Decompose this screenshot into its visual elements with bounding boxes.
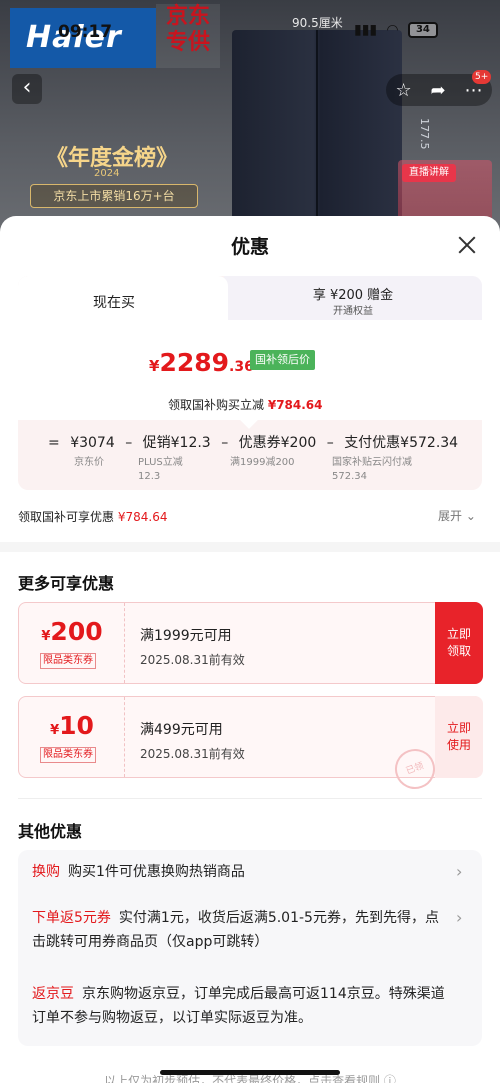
list-item[interactable]: 下单返5元券 实付满1元，收货后返满5.01-5元券，先到先得，点击跳转可用券商品… — [32, 906, 452, 954]
other-discounts-list: 换购 购买1件可优惠换购热销商品 › 下单返5元券 实付满1元，收货后返满5.01-… — [18, 850, 482, 1046]
signal-icon: ▮▮▮ — [354, 22, 378, 38]
close-icon[interactable] — [456, 234, 478, 256]
formula-promotion: 促销¥12.3 — [142, 435, 211, 451]
claim-button[interactable]: 立即 领取 — [435, 602, 483, 684]
formula-equals: = — [48, 435, 60, 451]
gov-discount-text: 领取国补购买立减 ¥784.64 — [168, 396, 323, 413]
back-button[interactable]: ‹ — [12, 74, 42, 104]
status-time: 09:17 — [58, 22, 113, 42]
formula-base-price: ¥3074 — [70, 435, 115, 451]
other-text: 京东购物返京豆，订单完成后最高可返114京豆。特殊渠道订单不参与购物返豆，以订单… — [32, 986, 445, 1026]
price-breakdown: = ¥3074 – 促销¥12.3 – 优惠券¥200 – 支付优惠¥572.3… — [18, 420, 482, 490]
divider — [18, 798, 482, 799]
coupon-condition: 满499元可用 — [140, 722, 223, 738]
formula-payment: 支付优惠¥572.34 — [344, 435, 459, 451]
chevron-down-icon: ⌄ — [465, 509, 476, 523]
gov-subsidy-row: 领取国补可享优惠 ¥784.64 — [18, 508, 167, 525]
tab-plus-title: 享 ¥200 赠金 — [312, 288, 394, 303]
sub-base-price: 京东价 — [74, 457, 104, 468]
width-label: 90.5厘米 — [292, 16, 343, 30]
live-tag[interactable]: 直播讲解 — [402, 164, 456, 182]
tab-buy-now-label: 现在买 — [93, 295, 135, 311]
tab-plus-subtitle: 开通权益 — [333, 306, 373, 317]
coupon-category: 限品类东券 — [40, 653, 96, 669]
coupon-amount: ¥10 — [19, 711, 125, 740]
status-icons: ▮▮▮ ◠ 34 — [354, 22, 438, 38]
price-integer: 2289 — [159, 348, 230, 377]
formula-coupon: 优惠券¥200 — [238, 435, 317, 451]
coupon-expiry: 2025.08.31前有效 — [140, 653, 245, 667]
final-price: ¥2289.36 — [149, 348, 254, 377]
price-currency: ¥ — [149, 357, 160, 375]
coupon-card[interactable]: ¥10 限品类东券 满499元可用 2025.08.31前有效 已领 立即 使用 — [18, 696, 483, 795]
other-tag: 换购 — [32, 864, 60, 880]
coupon-expiry: 2025.08.31前有效 — [140, 747, 245, 761]
wifi-icon: ◠ — [387, 22, 398, 38]
sales-badge: 京东上市累销16万+台 — [30, 184, 198, 208]
formula-minus: – — [125, 435, 133, 451]
height-label: 177.5 — [418, 118, 431, 150]
price-summary: ¥2289.36 国补领后价 领取国补购买立减 ¥784.64 — [18, 320, 482, 420]
coupon-number: 10 — [59, 711, 94, 740]
other-discounts-title: 其他优惠 — [18, 822, 83, 841]
price-formula: = ¥3074 – 促销¥12.3 – 优惠券¥200 – 支付优惠¥572.3… — [48, 432, 464, 452]
fridge-door-seam — [316, 30, 318, 240]
product-banner: 90.5厘米 177.5 Haier 京东专供 09:17 ▮▮▮ ◠ 34 ‹… — [0, 0, 500, 240]
gov-row-label: 领取国补可享优惠 — [18, 510, 115, 524]
award-year: 2024 — [94, 168, 120, 179]
share-icon[interactable]: ➦ — [431, 80, 446, 101]
section-divider — [0, 542, 500, 552]
coupon-value-area: ¥10 限品类东券 — [19, 697, 125, 777]
coupon-condition: 满1999元可用 — [140, 628, 232, 644]
battery-icon: 34 — [407, 22, 438, 38]
home-indicator — [160, 1070, 340, 1075]
list-item: 返京豆 京东购物返京豆，订单完成后最高可返114京豆。特殊渠道订单不参与购物返豆，… — [32, 982, 452, 1030]
coupon-card[interactable]: ¥200 限品类东券 满1999元可用 2025.08.31前有效 立即 领取 — [18, 602, 483, 684]
gov-discount-value: ¥784.64 — [267, 398, 323, 412]
list-item[interactable]: 换购 购买1件可优惠换购热销商品 — [32, 860, 452, 884]
sub-payment: 国家补贴云闪付减 572.34 — [332, 457, 412, 482]
jd-exclusive-tag: 京东专供 — [156, 4, 220, 68]
sub-coupon: 满1999减200 — [230, 457, 295, 468]
expand-label: 展开 — [438, 509, 463, 523]
formula-minus: – — [326, 435, 334, 451]
coupon-value-area: ¥200 限品类东券 — [19, 603, 125, 683]
tab-plus-benefit[interactable]: 享 ¥200 赠金 开通权益 — [224, 276, 482, 320]
use-button[interactable]: 立即 使用 — [435, 696, 483, 778]
other-tag: 下单返5元券 — [32, 910, 111, 926]
sub-plus: PLUS立减 12.3 — [138, 457, 183, 482]
gov-subsidy-tag: 国补领后价 — [250, 350, 315, 370]
coupon-currency: ¥ — [50, 723, 60, 738]
price-tabs: 享 ¥200 赠金 开通权益 现在买 — [18, 276, 482, 328]
expand-button[interactable]: 展开 ⌄ — [438, 507, 476, 524]
discount-sheet: 优惠 享 ¥200 赠金 开通权益 现在买 ¥2289.36 国补领后价 领取国… — [0, 216, 500, 1083]
message-badge: 5+ — [472, 70, 492, 84]
chevron-right-icon[interactable]: › — [456, 908, 462, 927]
claimed-stamp: 已领 — [389, 743, 441, 795]
formula-minus: – — [221, 435, 229, 451]
coupon-category: 限品类东券 — [40, 747, 96, 763]
sheet-title: 优惠 — [230, 236, 269, 258]
more-discounts-title: 更多可享优惠 — [18, 574, 115, 593]
chevron-right-icon[interactable]: › — [456, 862, 462, 881]
gov-row-value: ¥784.64 — [117, 510, 168, 524]
other-tag: 返京豆 — [32, 986, 74, 1002]
other-text: 购买1件可优惠换购热销商品 — [68, 864, 245, 880]
favorite-star-icon[interactable]: ☆ — [395, 80, 411, 101]
chevron-left-icon: ‹ — [22, 75, 32, 100]
coupon-amount: ¥200 — [19, 617, 125, 646]
price-card: 享 ¥200 赠金 开通权益 现在买 ¥2289.36 国补领后价 领取国补购买… — [18, 276, 482, 490]
coupon-number: 200 — [50, 617, 103, 646]
